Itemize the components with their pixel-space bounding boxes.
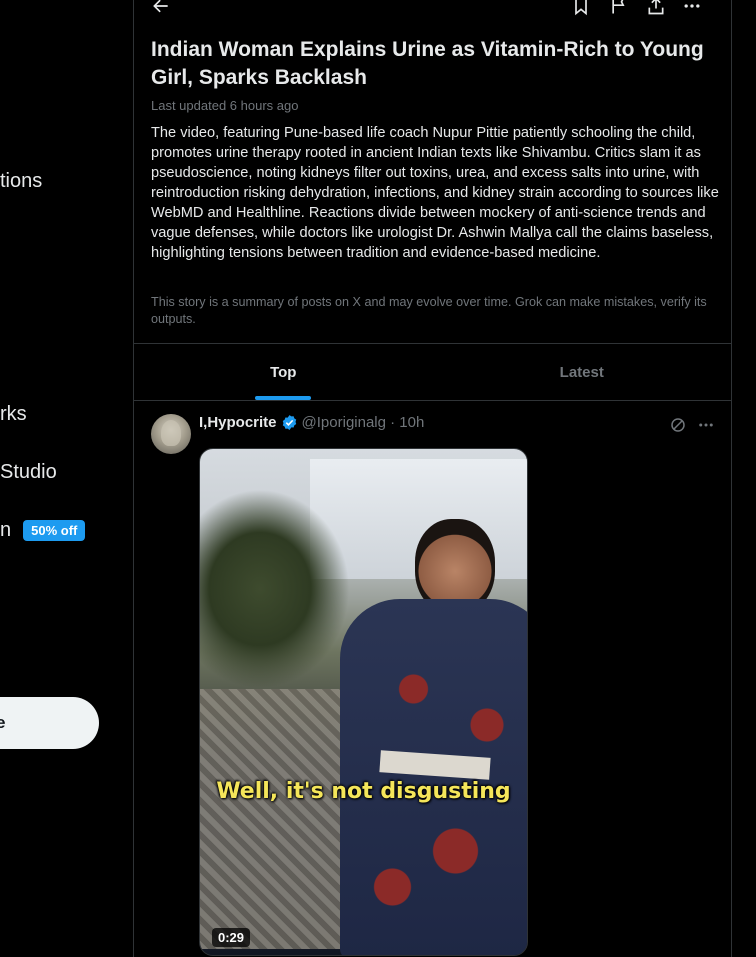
tab-top[interactable]: Top — [134, 344, 433, 400]
avatar[interactable] — [151, 414, 191, 454]
active-tab-indicator — [255, 396, 312, 400]
verified-badge-icon — [282, 415, 296, 430]
more-icon[interactable] — [682, 0, 702, 16]
more-icon[interactable] — [697, 416, 715, 434]
left-sidebar: tions rks Studio n 50% off e — [0, 0, 133, 957]
back-arrow-icon[interactable] — [151, 0, 171, 16]
sidebar-item-label: rks — [0, 403, 27, 425]
sidebar-item-label: Studio — [0, 461, 57, 483]
sidebar-item-notifications[interactable]: tions — [0, 170, 42, 193]
sidebar-item-label: n — [0, 519, 12, 541]
story-headline: Indian Woman Explains Urine as Vitamin-R… — [151, 38, 704, 89]
tab-label: Latest — [559, 363, 604, 381]
sidebar-item-premium[interactable]: n 50% off — [0, 519, 86, 542]
tab-latest[interactable]: Latest — [433, 344, 732, 400]
story-toolbar — [134, 0, 731, 16]
author-name[interactable]: I,Hypocrite — [199, 414, 277, 431]
last-updated: Last updated 6 hours ago — [151, 98, 299, 113]
grok-disclaimer: This story is a summary of posts on X an… — [151, 295, 707, 326]
share-icon[interactable] — [646, 0, 666, 16]
sidebar-item-label: tions — [0, 170, 43, 192]
bookmark-icon[interactable] — [571, 0, 591, 16]
flag-icon[interactable] — [609, 0, 629, 16]
discount-badge: 50% off — [23, 520, 86, 541]
author-handle[interactable]: @Iporiginalg · 10h — [302, 414, 425, 431]
post-actions — [669, 416, 715, 434]
post[interactable]: I,Hypocrite @Iporiginalg · 10h Well, it'… — [134, 402, 731, 957]
video-frame-body — [340, 599, 527, 955]
story-tabs: Top Latest — [134, 343, 731, 401]
post-header: I,Hypocrite @Iporiginalg · 10h — [199, 414, 424, 431]
video-frame-person — [320, 519, 527, 955]
video-caption: Well, it's not disgusting — [216, 779, 511, 804]
tab-label: Top — [270, 363, 297, 381]
grok-icon[interactable] — [669, 416, 687, 434]
sidebar-item-creator-studio[interactable]: Studio — [0, 461, 57, 484]
post-button-label: e — [0, 713, 6, 732]
post-button[interactable]: e — [0, 697, 99, 749]
sidebar-item-bookmarks[interactable]: rks — [0, 403, 27, 426]
main-column: Indian Woman Explains Urine as Vitamin-R… — [133, 0, 732, 957]
story-summary: The video, featuring Pune-based life coa… — [151, 125, 719, 261]
video-player[interactable]: Well, it's not disgusting 0:29 — [199, 448, 528, 956]
video-duration: 0:29 — [212, 928, 251, 947]
